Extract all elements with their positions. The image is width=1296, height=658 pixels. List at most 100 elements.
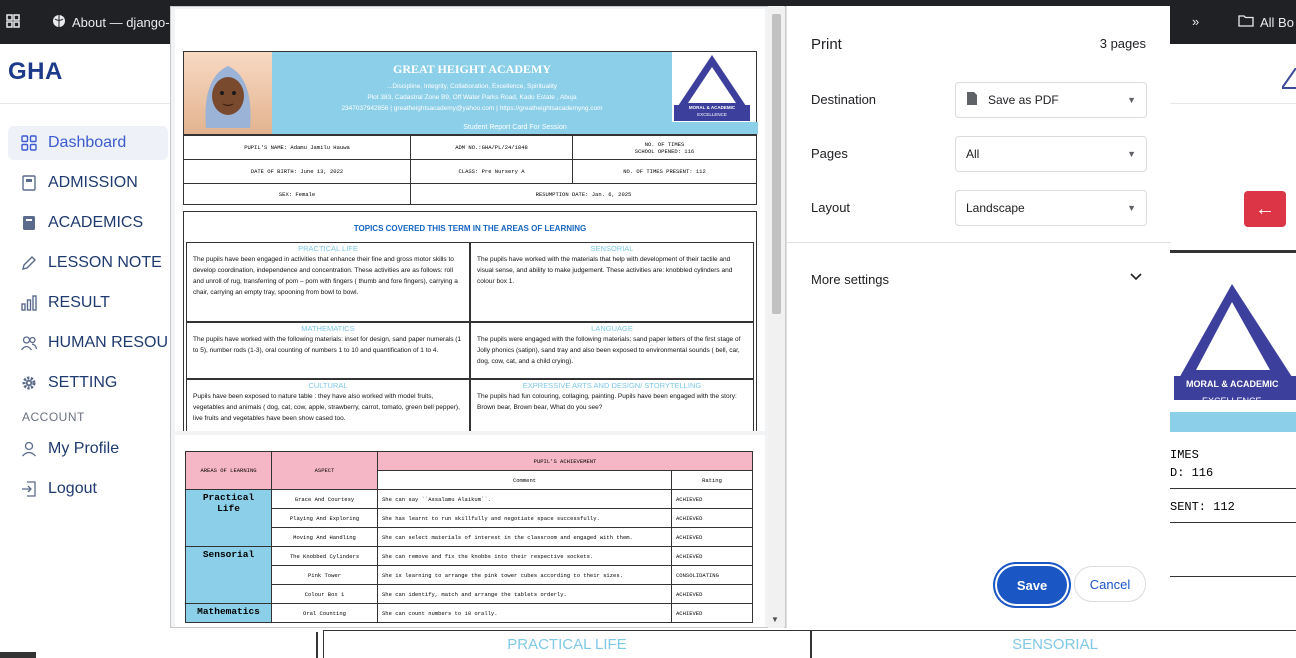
people-icon — [20, 334, 38, 352]
destination-select[interactable]: Save as PDF ▼ — [955, 82, 1147, 118]
comment-cell: She is learning to arrange the pink towe… — [377, 565, 672, 585]
rating-cell: ACHIEVED — [671, 508, 753, 528]
table-row: Mathematics Oral Counting She can count nu… — [185, 603, 753, 623]
pupil-info-table: PUPIL'S NAME: Adamu Jamilu Hauwa ADM NO.… — [183, 135, 757, 205]
sidebar-item-admission[interactable]: ADMISSION — [8, 166, 168, 200]
sidebar-item-label: LESSON NOTE — [48, 254, 162, 271]
mathematics-text: The pupils have worked with the followin… — [193, 336, 462, 355]
aspect-cell: Playing And Exploring — [271, 508, 378, 528]
page-count: 3 pages — [1099, 36, 1146, 51]
background-times-opened: D: 116 — [1170, 466, 1214, 480]
table-row: Moving And Handling She can select materi… — [186, 527, 753, 547]
print-title: Print — [811, 36, 842, 53]
report-title-block: GREAT HEIGHT ACADEMY ...Discipline, Inte… — [272, 52, 672, 122]
comment-cell: She can select materials of interest in … — [377, 527, 672, 547]
sidebar-item-label: Dashboard — [48, 134, 127, 151]
practical-life-heading: PRACTICAL LIFE — [298, 244, 358, 253]
comment-cell: She can count numbers to 10 orally. — [377, 603, 672, 623]
logout-icon — [20, 480, 38, 498]
bookmark-tab[interactable]: About — django-c — [52, 14, 176, 31]
background-times-present: SENT: 112 — [1170, 500, 1235, 514]
preview-page-2: AREAS OF LEARNING ASPECT PUPIL'S ACHIEVEME… — [175, 435, 765, 627]
cultural-heading: CULTURAL — [308, 381, 348, 390]
col-rating: Rating — [671, 470, 753, 490]
account-section-heading: ACCOUNT — [22, 410, 85, 424]
aspect-cell: Moving And Handling — [271, 527, 378, 547]
area-cell: Mathematics — [185, 603, 272, 623]
all-bookmarks-label: All Bo — [1260, 14, 1294, 30]
language-cell: LANGUAGE The pupils were engaged with th… — [470, 322, 754, 379]
sidebar-item-setting[interactable]: SETTING — [8, 366, 168, 400]
sensorial-text: The pupils have worked with the material… — [477, 256, 733, 285]
expressive-arts-cell: EXPRESSIVE ARTS AND DESIGN/ STORYTELLING… — [470, 379, 754, 431]
document-icon — [966, 91, 978, 109]
scrollbar-thumb[interactable] — [772, 14, 781, 314]
more-settings-toggle[interactable]: More settings — [811, 272, 889, 287]
pages-select[interactable]: All ▼ — [955, 136, 1147, 172]
sidebar-item-label: Logout — [48, 480, 97, 497]
bookmark-tab-label: About — django-c — [72, 15, 177, 30]
col-areas-of-learning: AREAS OF LEARNING — [185, 451, 272, 490]
times-opened: NO. OF TIMES SCHOOL OPENED: 116 — [573, 136, 756, 160]
save-button[interactable]: Save — [997, 566, 1067, 604]
rating-cell: ACHIEVED — [671, 546, 753, 566]
sensorial-heading: SENSORIAL — [590, 244, 634, 253]
sensorial-cell: SENSORIAL The pupils have worked with th… — [470, 242, 754, 322]
sidebar-item-label: My Profile — [48, 440, 120, 457]
cancel-button[interactable]: Cancel — [1074, 566, 1146, 602]
times-present: NO. OF TIMES PRESENT: 112 — [573, 160, 756, 184]
admission-number: ADM NO.:GHA/PL/24/1848 — [411, 136, 573, 160]
sidebar-item-human-resource[interactable]: HUMAN RESOUR — [8, 326, 168, 360]
expressive-arts-text: The pupils had fun colouring, collaging,… — [477, 393, 737, 412]
comment-cell: She can identify, match and arrange the … — [377, 584, 672, 604]
preview-page-1: GREAT HEIGHT ACADEMY ...Discipline, Inte… — [175, 9, 765, 431]
pages-label: Pages — [811, 146, 848, 161]
comment-cell: She has learnt to run skillfully and neg… — [377, 508, 672, 528]
rating-cell: ACHIEVED — [671, 603, 753, 623]
brand-logo[interactable]: GHA — [8, 58, 63, 86]
area-cell: Practical Life — [185, 489, 272, 547]
sidebar-item-logout[interactable]: Logout — [8, 472, 168, 506]
sidebar-item-my-profile[interactable]: My Profile — [8, 432, 168, 466]
comment-cell: She can say ``Assalamu Alaikum``. — [377, 489, 672, 509]
school-logo: MORAL & ACADEMIC EXCELLENCE — [670, 52, 754, 122]
apps-icon[interactable] — [6, 14, 20, 28]
header-logo-icon — [1280, 67, 1296, 97]
language-heading: LANGUAGE — [591, 324, 633, 333]
dropdown-caret-icon: ▼ — [1127, 203, 1136, 213]
practical-life-cell: PRACTICAL LIFE The pupils have been enga… — [186, 242, 470, 322]
sidebar-item-dashboard[interactable]: Dashboard — [8, 126, 168, 160]
col-aspect: ASPECT — [271, 451, 378, 490]
rating-cell: ACHIEVED — [671, 584, 753, 604]
pupil-photo — [184, 52, 272, 134]
practical-life-text: The pupils have been engaged in activiti… — [193, 256, 458, 296]
background-sensorial: SENSORIAL — [811, 630, 1296, 658]
preview-scrollbar[interactable]: ▼ — [768, 6, 784, 628]
scroll-down-icon[interactable]: ▼ — [771, 615, 779, 624]
table-row: Sensorial The Knobbed Cylinders She can re… — [185, 546, 753, 604]
gear-icon — [20, 374, 38, 392]
aspect-cell: Grace And Courtesy — [271, 489, 378, 509]
chevron-down-icon[interactable] — [1130, 268, 1142, 284]
pages-value: All — [966, 147, 980, 161]
mathematics-heading: MATHEMATICS — [301, 324, 355, 333]
sidebar-item-result[interactable]: RESULT — [8, 286, 168, 320]
person-icon — [20, 440, 38, 458]
book-icon — [20, 174, 38, 192]
print-preview[interactable]: GREAT HEIGHT ACADEMY ...Discipline, Inte… — [170, 6, 786, 628]
sidebar-item-academics[interactable]: ACADEMICS — [8, 206, 168, 240]
report-card-title: Student Report Card For Session — [272, 122, 758, 134]
layout-select[interactable]: Landscape ▼ — [955, 190, 1147, 226]
pupil-name: PUPIL'S NAME: Adamu Jamilu Hauwa — [184, 136, 411, 160]
sidebar: Dashboard ADMISSION ACADEMICS LESSON NOT… — [0, 104, 175, 658]
sidebar-item-lesson-note[interactable]: LESSON NOTE — [8, 246, 168, 280]
notebook-icon — [20, 214, 38, 232]
sex-value: SEX: Female — [184, 184, 411, 204]
more-bookmarks-icon[interactable]: » — [1192, 14, 1199, 29]
background-report: MORAL & ACADEMIC EXCELLENCE IMES D: 116 … — [1170, 104, 1296, 658]
sidebar-item-label: SETTING — [48, 374, 118, 391]
table-row: Colour Box 1 She can identify, match and … — [186, 584, 753, 604]
all-bookmarks[interactable]: All Bo — [1238, 14, 1294, 30]
settings-divider — [787, 242, 1171, 243]
destination-label: Destination — [811, 92, 877, 107]
